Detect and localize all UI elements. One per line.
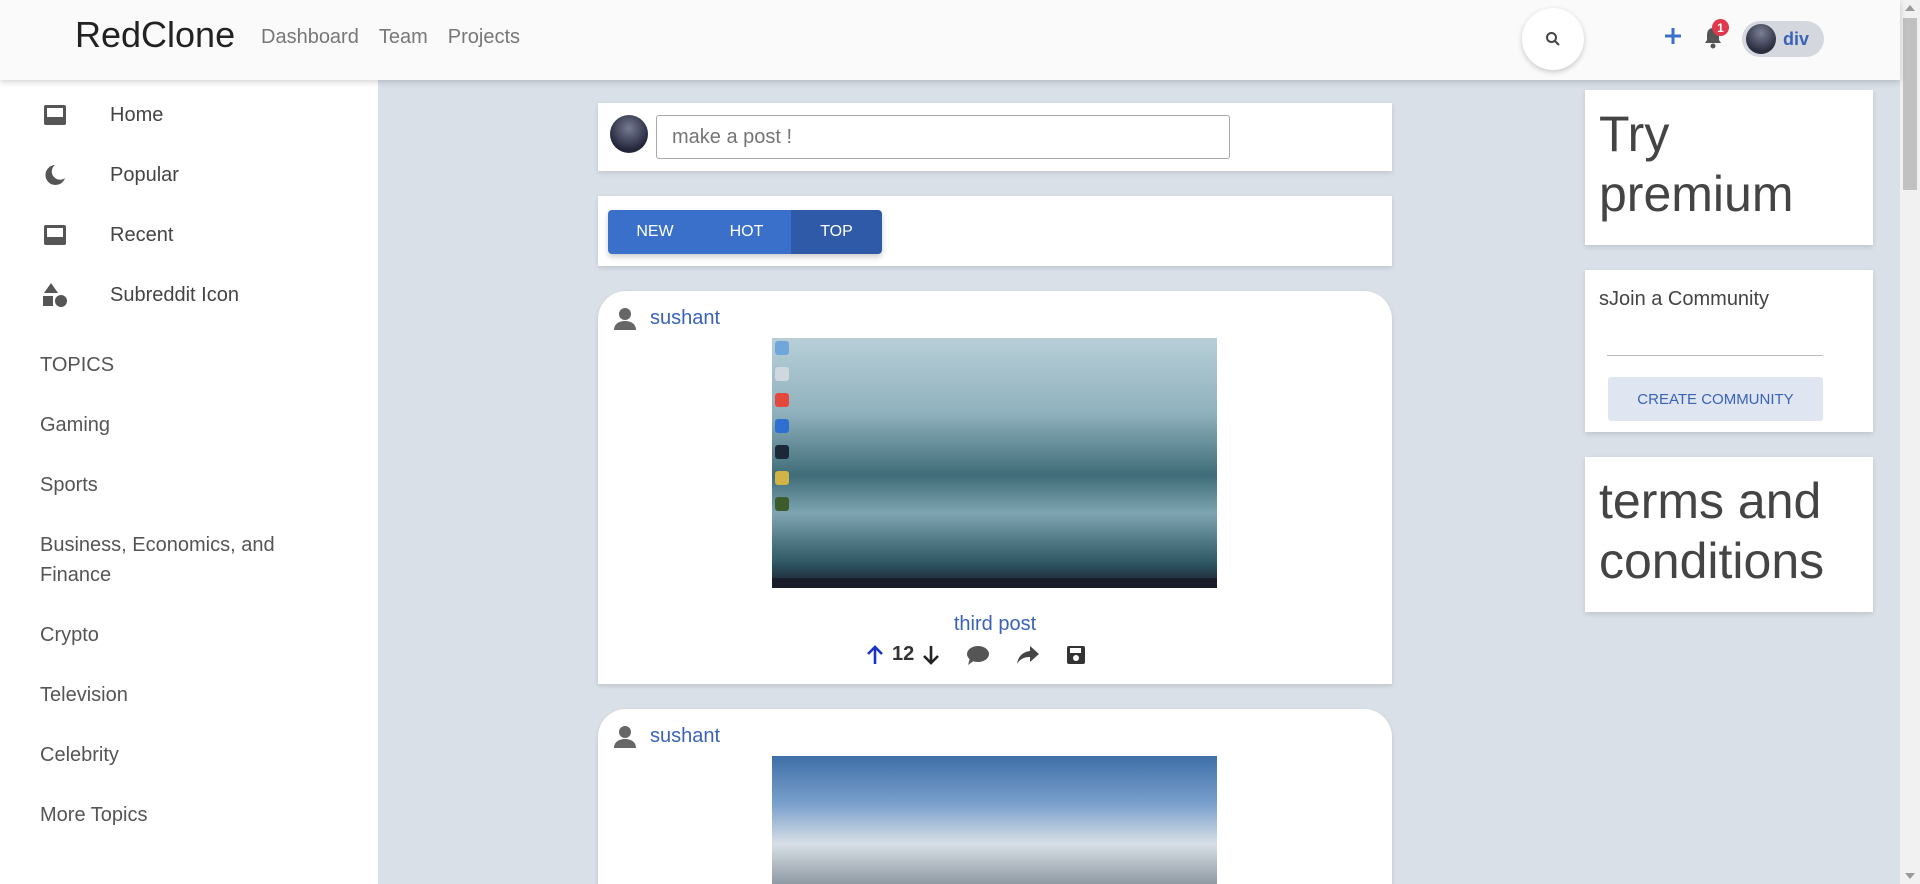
vote-count: 12	[892, 643, 915, 665]
top-nav: Dashboard Team Projects	[261, 26, 520, 49]
sidebar-item-label: Home	[110, 103, 164, 126]
post-author-row: sushant	[612, 305, 720, 331]
inbox-icon	[40, 220, 70, 250]
comment-icon[interactable]	[966, 644, 990, 666]
sort-new-button[interactable]: NEW	[608, 210, 702, 254]
topic-business[interactable]: Business, Economics, and Finance	[40, 530, 320, 590]
community-title: sJoin a Community	[1599, 288, 1770, 310]
topic-more[interactable]: More Topics	[40, 800, 147, 830]
upvote-icon[interactable]	[864, 644, 886, 666]
nav-projects[interactable]: Projects	[448, 26, 520, 49]
username: div	[1783, 28, 1810, 49]
topic-sports[interactable]: Sports	[40, 470, 98, 500]
avatar	[1746, 24, 1776, 54]
post-card: sushant	[598, 709, 1392, 884]
sort-top-button[interactable]: TOP	[791, 210, 882, 254]
nav-team[interactable]: Team	[379, 26, 428, 49]
post-author-row: sushant	[612, 723, 720, 749]
nav-dashboard[interactable]: Dashboard	[261, 26, 359, 49]
divider	[1607, 355, 1823, 356]
post-author[interactable]: sushant	[650, 307, 720, 330]
search-icon	[1546, 32, 1560, 46]
post-card: sushant third post 12	[598, 291, 1392, 684]
sidebar-item-popular[interactable]: Popular	[40, 160, 179, 190]
sidebar: Home Popular Recent Subreddit Icon TOPIC…	[0, 80, 378, 884]
sidebar-item-subreddit[interactable]: Subreddit Icon	[40, 280, 239, 310]
search-button[interactable]	[1522, 8, 1584, 70]
desktop-icons	[775, 341, 793, 523]
sidebar-item-home[interactable]: Home	[40, 100, 163, 130]
topic-celebrity[interactable]: Celebrity	[40, 740, 119, 770]
taskbar	[772, 578, 1217, 588]
moon-icon	[40, 160, 70, 190]
sidebar-item-label: Recent	[110, 223, 174, 246]
app-logo[interactable]: RedClone	[75, 14, 235, 56]
sort-bar: NEW HOT TOP	[598, 196, 1392, 266]
post-title[interactable]: third post	[598, 613, 1392, 636]
shapes-icon	[40, 280, 70, 310]
post-input[interactable]	[656, 115, 1230, 159]
topics-heading: TOPICS	[40, 354, 115, 376]
page-scrollbar[interactable]	[1900, 0, 1920, 884]
sort-toggle-group: NEW HOT TOP	[608, 210, 882, 254]
premium-text: Try premium	[1599, 106, 1794, 222]
scroll-thumb[interactable]	[1903, 18, 1917, 190]
user-icon	[614, 308, 636, 330]
premium-card[interactable]: Try premium	[1585, 90, 1873, 245]
user-icon	[614, 726, 636, 748]
post-actions: 12	[864, 643, 1086, 666]
community-card: sJoin a Community CREATE COMMUNITY	[1585, 270, 1873, 432]
post-author[interactable]: sushant	[650, 725, 720, 748]
sidebar-item-recent[interactable]: Recent	[40, 220, 173, 250]
create-community-button[interactable]: CREATE COMMUNITY	[1608, 377, 1823, 421]
terms-text: terms and conditions	[1599, 473, 1825, 589]
topic-crypto[interactable]: Crypto	[40, 620, 99, 650]
user-menu[interactable]: div	[1742, 21, 1824, 57]
post-composer	[598, 103, 1392, 171]
terms-card[interactable]: terms and conditions	[1585, 457, 1873, 612]
avatar	[610, 115, 648, 153]
plus-icon	[1665, 28, 1681, 44]
notification-badge: 1	[1712, 19, 1729, 36]
scroll-down-arrow[interactable]	[1905, 873, 1915, 879]
inbox-icon	[40, 100, 70, 130]
top-header: RedClone Dashboard Team Projects 1 div	[0, 0, 1900, 80]
share-icon[interactable]	[1016, 644, 1040, 666]
sort-hot-button[interactable]: HOT	[702, 210, 791, 254]
topic-gaming[interactable]: Gaming	[40, 410, 110, 440]
topic-television[interactable]: Television	[40, 680, 128, 710]
save-icon[interactable]	[1066, 645, 1086, 665]
downvote-icon[interactable]	[920, 644, 942, 666]
scroll-up-arrow[interactable]	[1905, 5, 1915, 11]
post-image[interactable]	[772, 756, 1217, 884]
sidebar-item-label: Subreddit Icon	[110, 283, 239, 306]
sidebar-item-label: Popular	[110, 163, 179, 186]
post-image[interactable]	[772, 338, 1217, 588]
create-post-button[interactable]	[1662, 20, 1684, 52]
